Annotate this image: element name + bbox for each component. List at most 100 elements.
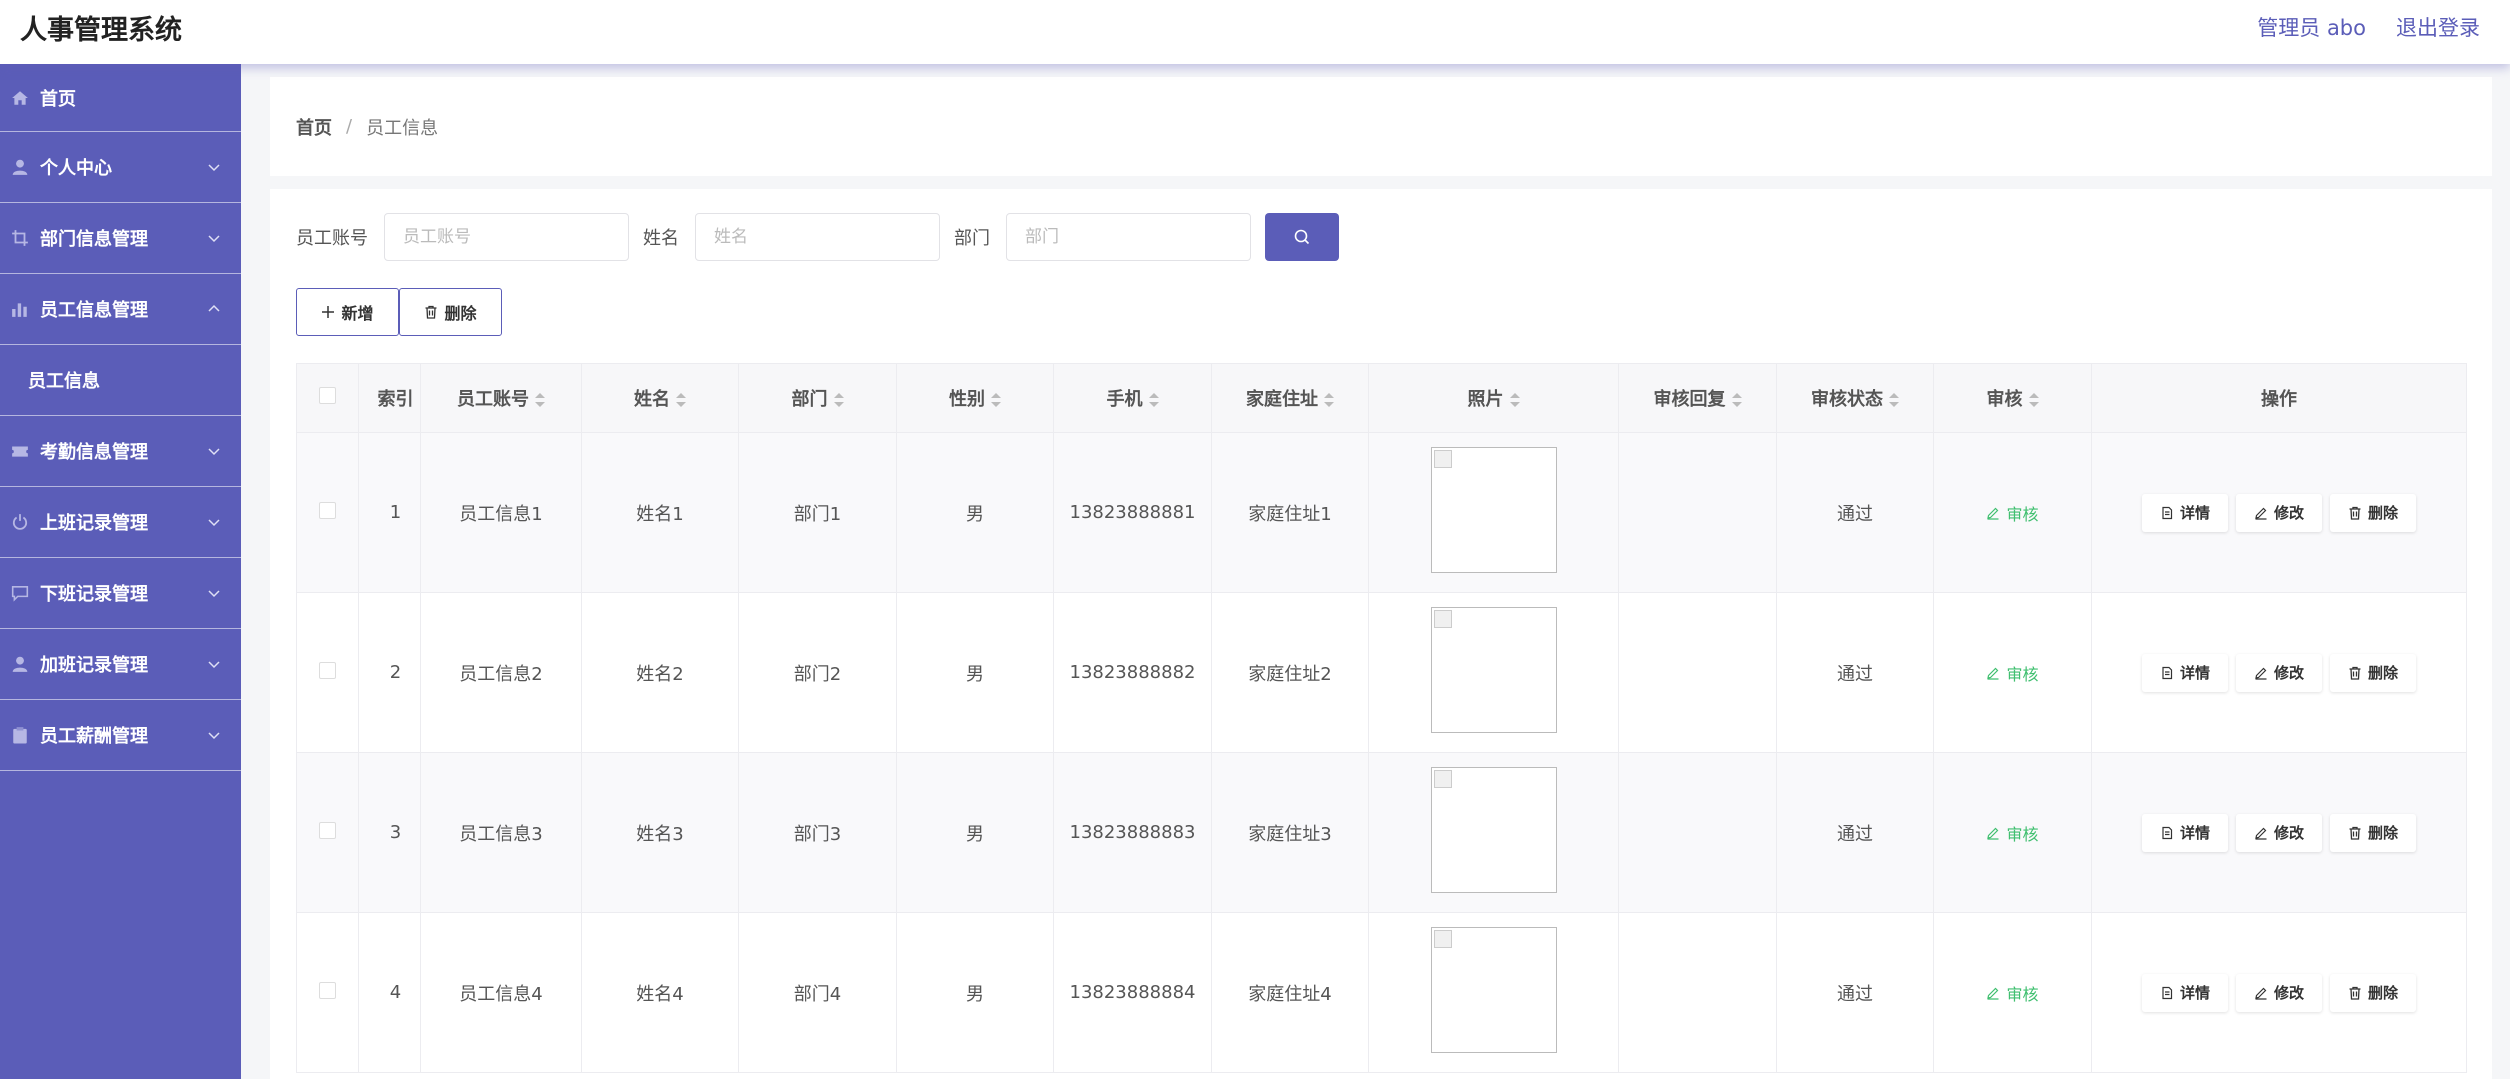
delete-button[interactable]: 删除 xyxy=(2330,653,2417,692)
gender-cell: 男 xyxy=(896,912,1054,1073)
row-checkbox[interactable] xyxy=(319,981,336,999)
batch-delete-button[interactable]: 删除 xyxy=(399,288,502,336)
column-header-audit[interactable]: 审核 xyxy=(1933,363,2092,433)
address-cell: 家庭住址4 xyxy=(1211,912,1369,1073)
phone-cell: 13823888881 xyxy=(1053,432,1212,593)
column-header-label: 审核状态 xyxy=(1811,389,1883,410)
table-row[interactable]: 4 员工信息4 姓名4 部门4 男 13823888884 家庭住址4 通过 审核 详情 修改 删除 xyxy=(296,912,2467,1073)
sort-icon[interactable] xyxy=(1731,393,1742,407)
sort-icon[interactable] xyxy=(991,393,1001,407)
delete-button[interactable]: 删除 xyxy=(2330,493,2417,532)
search-icon xyxy=(1294,229,1310,245)
column-header-account[interactable]: 员工账号 xyxy=(420,363,582,433)
row-checkbox[interactable] xyxy=(319,501,336,519)
sidebar: 首页 个人中心 部门信息管理 员工信息管理 员工信息 考勤信息管理 上班记录管理… xyxy=(0,64,241,1079)
name-cell: 姓名4 xyxy=(581,912,739,1073)
column-header-reply[interactable]: 审核回复 xyxy=(1618,363,1777,433)
audit-cell: 审核 xyxy=(1933,912,2092,1073)
sort-icon[interactable] xyxy=(1889,393,1899,407)
column-header-address[interactable]: 家庭住址 xyxy=(1211,363,1369,433)
breadcrumb-home-link[interactable]: 首页 xyxy=(296,114,332,140)
sidebar-item-label: 员工信息管理 xyxy=(40,300,148,321)
document-icon xyxy=(2160,826,2174,840)
sort-icon[interactable] xyxy=(676,393,686,407)
table-row[interactable]: 2 员工信息2 姓名2 部门2 男 13823888882 家庭住址2 通过 审核 详情 修改 删除 xyxy=(296,592,2467,753)
detail-button[interactable]: 详情 xyxy=(2141,973,2228,1012)
app-title: 人事管理系统 xyxy=(20,15,182,46)
column-header-dept[interactable]: 部门 xyxy=(738,363,897,433)
sidebar-item-home[interactable]: 首页 xyxy=(0,64,241,132)
main-content: 员工账号 姓名 部门 新增 删除 索引 员工账号 xyxy=(270,189,2492,1079)
delete-button[interactable]: 删除 xyxy=(2330,813,2417,852)
sidebar-item-clock-in[interactable]: 上班记录管理 xyxy=(0,487,241,558)
row-checkbox[interactable] xyxy=(319,661,336,679)
address-cell: 家庭住址1 xyxy=(1211,432,1369,593)
logout-link[interactable]: 退出登录 xyxy=(2396,12,2480,42)
audit-link[interactable]: 审核 xyxy=(1986,501,2039,525)
sort-icon[interactable] xyxy=(1148,393,1159,407)
account-search-input[interactable] xyxy=(384,213,629,261)
column-header-name[interactable]: 姓名 xyxy=(581,363,739,433)
audit-link[interactable]: 审核 xyxy=(1986,821,2039,845)
audit-label: 审核 xyxy=(2006,984,2039,1004)
column-header-gender[interactable]: 性别 xyxy=(896,363,1054,433)
photo-image xyxy=(1430,767,1557,893)
edit-icon xyxy=(2254,826,2268,840)
edit-label: 修改 xyxy=(2273,985,2304,1002)
detail-button[interactable]: 详情 xyxy=(2141,813,2228,852)
sidebar-item-overtime[interactable]: 加班记录管理 xyxy=(0,629,241,700)
edit-button[interactable]: 修改 xyxy=(2235,973,2322,1012)
search-button[interactable] xyxy=(1265,213,1339,261)
audit-link[interactable]: 审核 xyxy=(1986,661,2039,685)
sidebar-item-label: 考勤信息管理 xyxy=(40,442,148,463)
detail-button[interactable]: 详情 xyxy=(2141,653,2228,692)
name-search-input[interactable] xyxy=(695,213,940,261)
audit-link[interactable]: 审核 xyxy=(1986,981,2039,1005)
sidebar-item-department[interactable]: 部门信息管理 xyxy=(0,203,241,274)
column-header-photo[interactable]: 照片 xyxy=(1368,363,1619,433)
table-row[interactable]: 1 员工信息1 姓名1 部门1 男 13823888881 家庭住址1 通过 审核 详情 修改 删除 xyxy=(296,432,2467,593)
dept-label: 部门 xyxy=(954,228,990,249)
status-cell: 通过 xyxy=(1776,592,1934,753)
column-header-phone[interactable]: 手机 xyxy=(1053,363,1212,433)
photo-image xyxy=(1430,927,1557,1053)
sort-icon[interactable] xyxy=(833,393,844,407)
home-icon xyxy=(10,88,30,108)
sidebar-item-attendance[interactable]: 考勤信息管理 xyxy=(0,416,241,487)
row-checkbox[interactable] xyxy=(319,821,336,839)
column-header-label: 照片 xyxy=(1467,389,1504,410)
sort-icon[interactable] xyxy=(1509,393,1520,407)
dept-search-input[interactable] xyxy=(1006,213,1251,261)
trash-icon xyxy=(2348,506,2362,520)
delete-button[interactable]: 删除 xyxy=(2330,973,2417,1012)
index-cell: 1 xyxy=(358,432,421,593)
edit-label: 修改 xyxy=(2273,665,2304,682)
sidebar-item-salary[interactable]: 员工薪酬管理 xyxy=(0,700,241,771)
sort-icon[interactable] xyxy=(2028,393,2039,407)
add-button[interactable]: 新增 xyxy=(296,288,399,336)
toolbar: 新增 删除 xyxy=(296,288,502,336)
status-cell: 通过 xyxy=(1776,912,1934,1073)
sidebar-item-personal-center[interactable]: 个人中心 xyxy=(0,132,241,203)
sidebar-item-clock-out[interactable]: 下班记录管理 xyxy=(0,558,241,629)
employee-table: 索引 员工账号 姓名 部门 性别 手机 家庭住址 照片 审核回复 审核状态 审核… xyxy=(296,363,2467,1073)
sidebar-subitem-employee-info[interactable]: 员工信息 xyxy=(0,345,241,416)
address-cell: 家庭住址2 xyxy=(1211,592,1369,753)
detail-button[interactable]: 详情 xyxy=(2141,493,2228,532)
detail-label: 详情 xyxy=(2179,985,2210,1002)
edit-button[interactable]: 修改 xyxy=(2235,653,2322,692)
table-row[interactable]: 3 员工信息3 姓名3 部门3 男 13823888883 家庭住址3 通过 审核 详情 修改 删除 xyxy=(296,752,2467,913)
edit-button[interactable]: 修改 xyxy=(2235,493,2322,532)
column-header-status[interactable]: 审核状态 xyxy=(1776,363,1934,433)
breadcrumb-separator: / xyxy=(346,116,353,137)
column-header-label: 审核 xyxy=(1986,389,2023,410)
photo-cell xyxy=(1368,432,1619,593)
sort-icon[interactable] xyxy=(1324,393,1334,407)
sort-icon[interactable] xyxy=(535,393,545,407)
sidebar-item-employee[interactable]: 员工信息管理 xyxy=(0,274,241,345)
edit-button[interactable]: 修改 xyxy=(2235,813,2322,852)
admin-user-link[interactable]: 管理员 abo xyxy=(2257,12,2366,42)
column-header-label: 审核回复 xyxy=(1653,389,1726,410)
actions-cell: 详情 修改 删除 xyxy=(2091,432,2467,593)
select-all-checkbox[interactable] xyxy=(319,387,336,404)
